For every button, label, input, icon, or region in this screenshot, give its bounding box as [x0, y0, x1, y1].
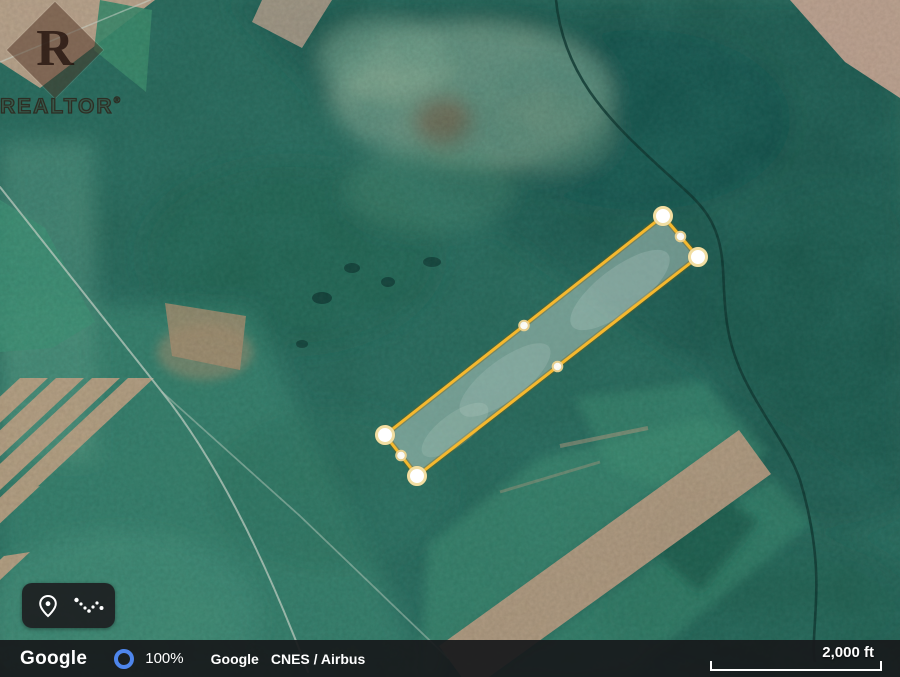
- scale-bar: 2,000 ft: [710, 645, 882, 671]
- location-pin-icon: [37, 594, 59, 618]
- polygon-vertex-handle[interactable]: [690, 249, 707, 266]
- zoom-ring-icon: [114, 649, 134, 669]
- polygon-vertex-handle[interactable]: [655, 208, 672, 225]
- scale-label: 2,000 ft: [822, 644, 874, 661]
- polygon-vertex-handle[interactable]: [409, 468, 426, 485]
- location-pin-button[interactable]: [32, 590, 64, 622]
- zoom-percent: 100%: [145, 650, 183, 667]
- grain-overlay-light: [0, 0, 900, 677]
- map-tools-panel: [22, 583, 115, 628]
- status-bar: Google 100% GoogleCNES / Airbus 2,000 ft: [0, 640, 900, 677]
- polygon-midpoint-handle[interactable]: [553, 362, 563, 372]
- map-attribution: GoogleCNES / Airbus: [211, 651, 366, 667]
- measure-path-icon: [74, 597, 104, 615]
- polygon-midpoint-handle[interactable]: [519, 321, 529, 331]
- polygon-vertex-handle[interactable]: [377, 427, 394, 444]
- satellite-map[interactable]: [0, 0, 900, 677]
- polygon-midpoint-handle[interactable]: [396, 451, 406, 461]
- google-logo[interactable]: Google: [20, 648, 87, 670]
- polygon-midpoint-handle[interactable]: [676, 232, 686, 242]
- map-viewport: R REALTOR®: [0, 0, 900, 677]
- scale-line: [710, 661, 882, 671]
- measure-path-button[interactable]: [73, 590, 105, 622]
